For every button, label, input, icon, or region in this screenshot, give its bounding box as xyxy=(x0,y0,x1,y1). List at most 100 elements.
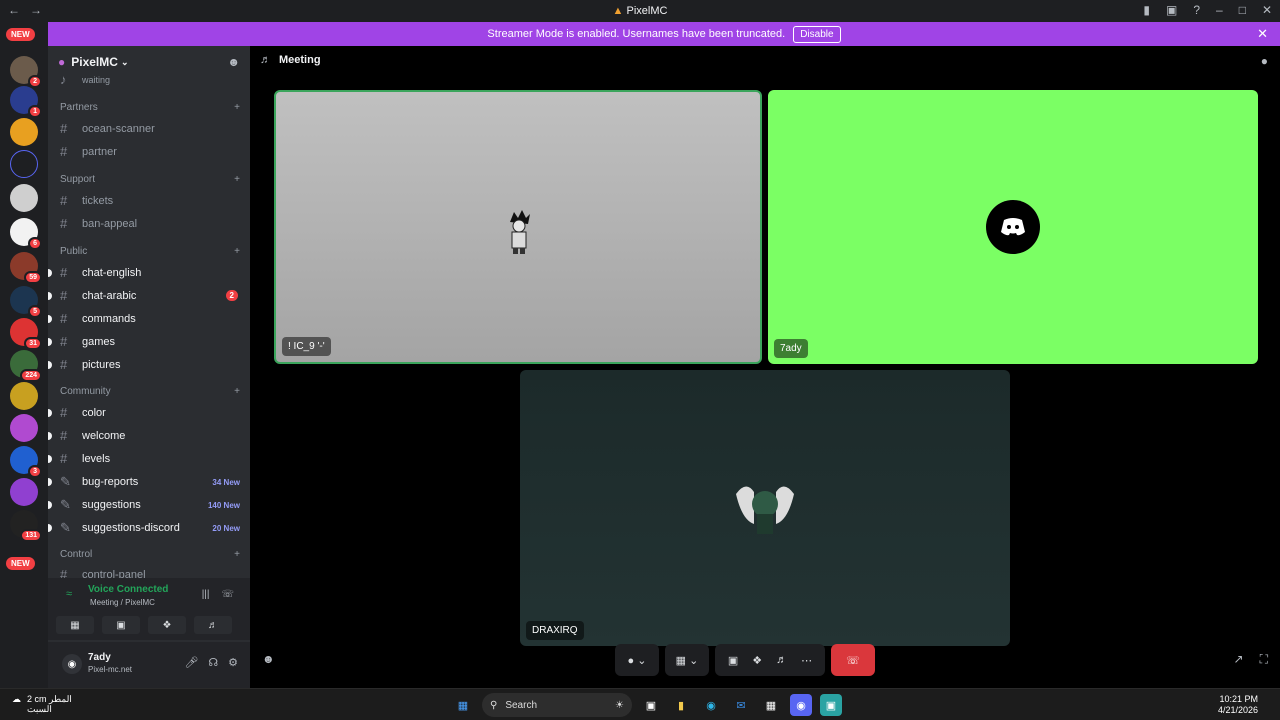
task-view-icon[interactable]: ▣ xyxy=(640,694,662,716)
add-member-icon[interactable]: ☻ xyxy=(227,55,240,69)
hash-icon: # xyxy=(60,121,68,136)
channel-levels[interactable]: # levels xyxy=(48,451,246,466)
mention-badge: 2 xyxy=(225,290,238,301)
server-icon[interactable] xyxy=(10,382,38,410)
channel-chat-arabic[interactable]: # chat-arabic 2 xyxy=(48,288,246,303)
server-icon[interactable]: 131 xyxy=(10,510,42,542)
participant-tile[interactable]: DRAXIRQ xyxy=(520,370,1010,646)
settings-gear-icon[interactable]: ⚙ xyxy=(228,656,238,669)
mail-icon[interactable]: ✉ xyxy=(730,694,752,716)
disconnect-icon[interactable]: ☏ xyxy=(221,589,234,600)
new-pill-bottom[interactable]: NEW xyxy=(6,557,35,570)
server-icon[interactable]: 5 xyxy=(10,286,42,318)
channel-bug-reports[interactable]: ✎ bug-reports 34 New xyxy=(48,474,246,490)
help-icon[interactable]: ? xyxy=(1193,3,1200,17)
category-control[interactable]: Control + xyxy=(60,549,240,560)
speaker-icon: ♪ xyxy=(60,72,67,87)
windows-taskbar: ☁ 2 cm المطر السبت ▦ ⚲ Search ☀ ▣ ▮ ◉ ✉ … xyxy=(0,688,1280,720)
channel-welcome[interactable]: # welcome xyxy=(48,428,246,443)
add-channel-icon[interactable]: + xyxy=(234,102,240,113)
server-icon[interactable] xyxy=(10,118,38,146)
video-off-button[interactable]: ▦ xyxy=(56,616,94,634)
server-icon[interactable]: 31 xyxy=(10,318,42,350)
category-community[interactable]: Community + xyxy=(60,386,240,397)
category-public[interactable]: Public + xyxy=(60,246,240,257)
add-channel-icon[interactable]: + xyxy=(234,174,240,185)
new-pill-top[interactable]: NEW xyxy=(6,28,35,41)
system-clock[interactable]: 10:21 PM 4/21/2026 xyxy=(1218,694,1258,716)
server-icon[interactable]: 1 xyxy=(10,86,42,118)
end-call-button[interactable]: ☏ xyxy=(831,644,875,676)
server-icon[interactable]: 59 xyxy=(10,252,42,284)
channel-partner[interactable]: # partner xyxy=(60,144,246,159)
file-explorer-icon[interactable]: ▮ xyxy=(670,694,692,716)
channel-ocean-scanner[interactable]: # ocean-scanner xyxy=(60,121,246,136)
taskbar-search[interactable]: ⚲ Search ☀ xyxy=(482,693,632,717)
server-icon[interactable]: 3 xyxy=(10,446,42,478)
signal-icon[interactable]: ≈ xyxy=(66,588,72,600)
weather-widget[interactable]: ☁ 2 cm المطر السبت xyxy=(12,694,72,714)
channel-ban-appeal[interactable]: # ban-appeal xyxy=(60,216,246,231)
microphone-toggle-button[interactable]: ● ⌄ xyxy=(615,644,659,676)
activities-button[interactable]: ❖ xyxy=(148,616,186,634)
channel-chat-english[interactable]: # chat-english xyxy=(48,265,246,280)
channel-pictures[interactable]: # pictures xyxy=(48,357,246,372)
inbox-icon[interactable]: ▣ xyxy=(1166,3,1177,17)
chat-bubble-icon[interactable]: ● xyxy=(1261,54,1268,68)
app-taskbar-icon[interactable]: ▣ xyxy=(820,694,842,716)
camera-toggle-button[interactable]: ▦ ⌄ xyxy=(665,644,709,676)
activities-icon[interactable]: ❖ xyxy=(752,654,762,667)
user-panel: ◉ 7ady Pixel-mc.net 🎤︎ ☊ ⚙ xyxy=(48,642,250,688)
avatar[interactable]: ◉ xyxy=(62,654,82,674)
maximize-button[interactable]: □ xyxy=(1239,3,1246,17)
channel-color[interactable]: # color xyxy=(48,405,246,420)
noise-suppression-icon[interactable]: ||| xyxy=(202,589,210,600)
fullscreen-icon[interactable]: ⛶ xyxy=(1260,652,1268,667)
username[interactable]: 7ady xyxy=(88,652,111,663)
add-person-icon[interactable]: ☻ xyxy=(262,652,275,666)
add-channel-icon[interactable]: + xyxy=(234,386,240,397)
screen-share-icon[interactable]: ▣ xyxy=(728,654,738,667)
start-button-icon[interactable]: ▦ xyxy=(452,694,474,716)
bookmark-icon[interactable]: ▮ xyxy=(1143,3,1150,17)
server-icon[interactable] xyxy=(10,478,38,506)
headphones-icon[interactable]: ☊ xyxy=(208,656,218,669)
edge-browser-icon[interactable]: ◉ xyxy=(700,694,722,716)
hash-icon: # xyxy=(60,451,68,466)
server-icon[interactable] xyxy=(10,414,38,442)
close-window-button[interactable]: ✕ xyxy=(1262,3,1272,17)
search-icon: ⚲ xyxy=(490,699,498,711)
more-options-icon[interactable]: ⋯ xyxy=(801,654,812,667)
server-icon[interactable]: 6 xyxy=(10,218,42,250)
close-banner-icon[interactable]: ✕ xyxy=(1257,26,1268,42)
channel-suggestions-discord[interactable]: ✎ suggestions-discord 20 New xyxy=(48,520,246,536)
popout-icon[interactable]: ↗ xyxy=(1234,652,1244,667)
folder-icon[interactable] xyxy=(10,150,38,178)
channel-suggestions[interactable]: ✎ suggestions 140 New xyxy=(48,497,246,513)
channel-tickets[interactable]: # tickets xyxy=(60,193,246,208)
participant-name: DRAXIRQ xyxy=(526,621,584,640)
voice-status[interactable]: Voice Connected xyxy=(88,584,168,595)
add-channel-icon[interactable]: + xyxy=(234,246,240,257)
server-icon[interactable]: 224 xyxy=(10,350,42,382)
add-channel-icon[interactable]: + xyxy=(234,549,240,560)
soundboard-icon[interactable]: ♬ xyxy=(776,654,787,666)
disable-streamer-button[interactable]: Disable xyxy=(793,25,841,43)
channel-games[interactable]: # games xyxy=(48,334,246,349)
soundboard-button[interactable]: ♬ xyxy=(194,616,232,634)
participant-tile[interactable]: ! IC_9 '-' xyxy=(274,90,762,364)
participant-tile[interactable]: 7ady xyxy=(768,90,1258,364)
channel-commands[interactable]: # commands xyxy=(48,311,246,326)
minimize-button[interactable]: – xyxy=(1216,3,1223,17)
screen-share-button[interactable]: ▣ xyxy=(102,616,140,634)
category-support[interactable]: Support + xyxy=(60,174,240,185)
channel-waiting[interactable]: ♪ waiting xyxy=(60,72,246,87)
server-icon[interactable]: 2 xyxy=(10,56,42,88)
voice-location[interactable]: Meeting / PixelMC xyxy=(90,598,155,607)
category-partners[interactable]: Partners + xyxy=(60,102,240,113)
server-icon[interactable] xyxy=(10,184,38,212)
store-icon[interactable]: ▦ xyxy=(760,694,782,716)
title-bar: ← → ▲ PixelMC ▮ ▣ ? – □ ✕ xyxy=(0,0,1280,22)
discord-taskbar-icon[interactable]: ◉ xyxy=(790,694,812,716)
microphone-icon[interactable]: 🎤︎ xyxy=(184,656,198,669)
